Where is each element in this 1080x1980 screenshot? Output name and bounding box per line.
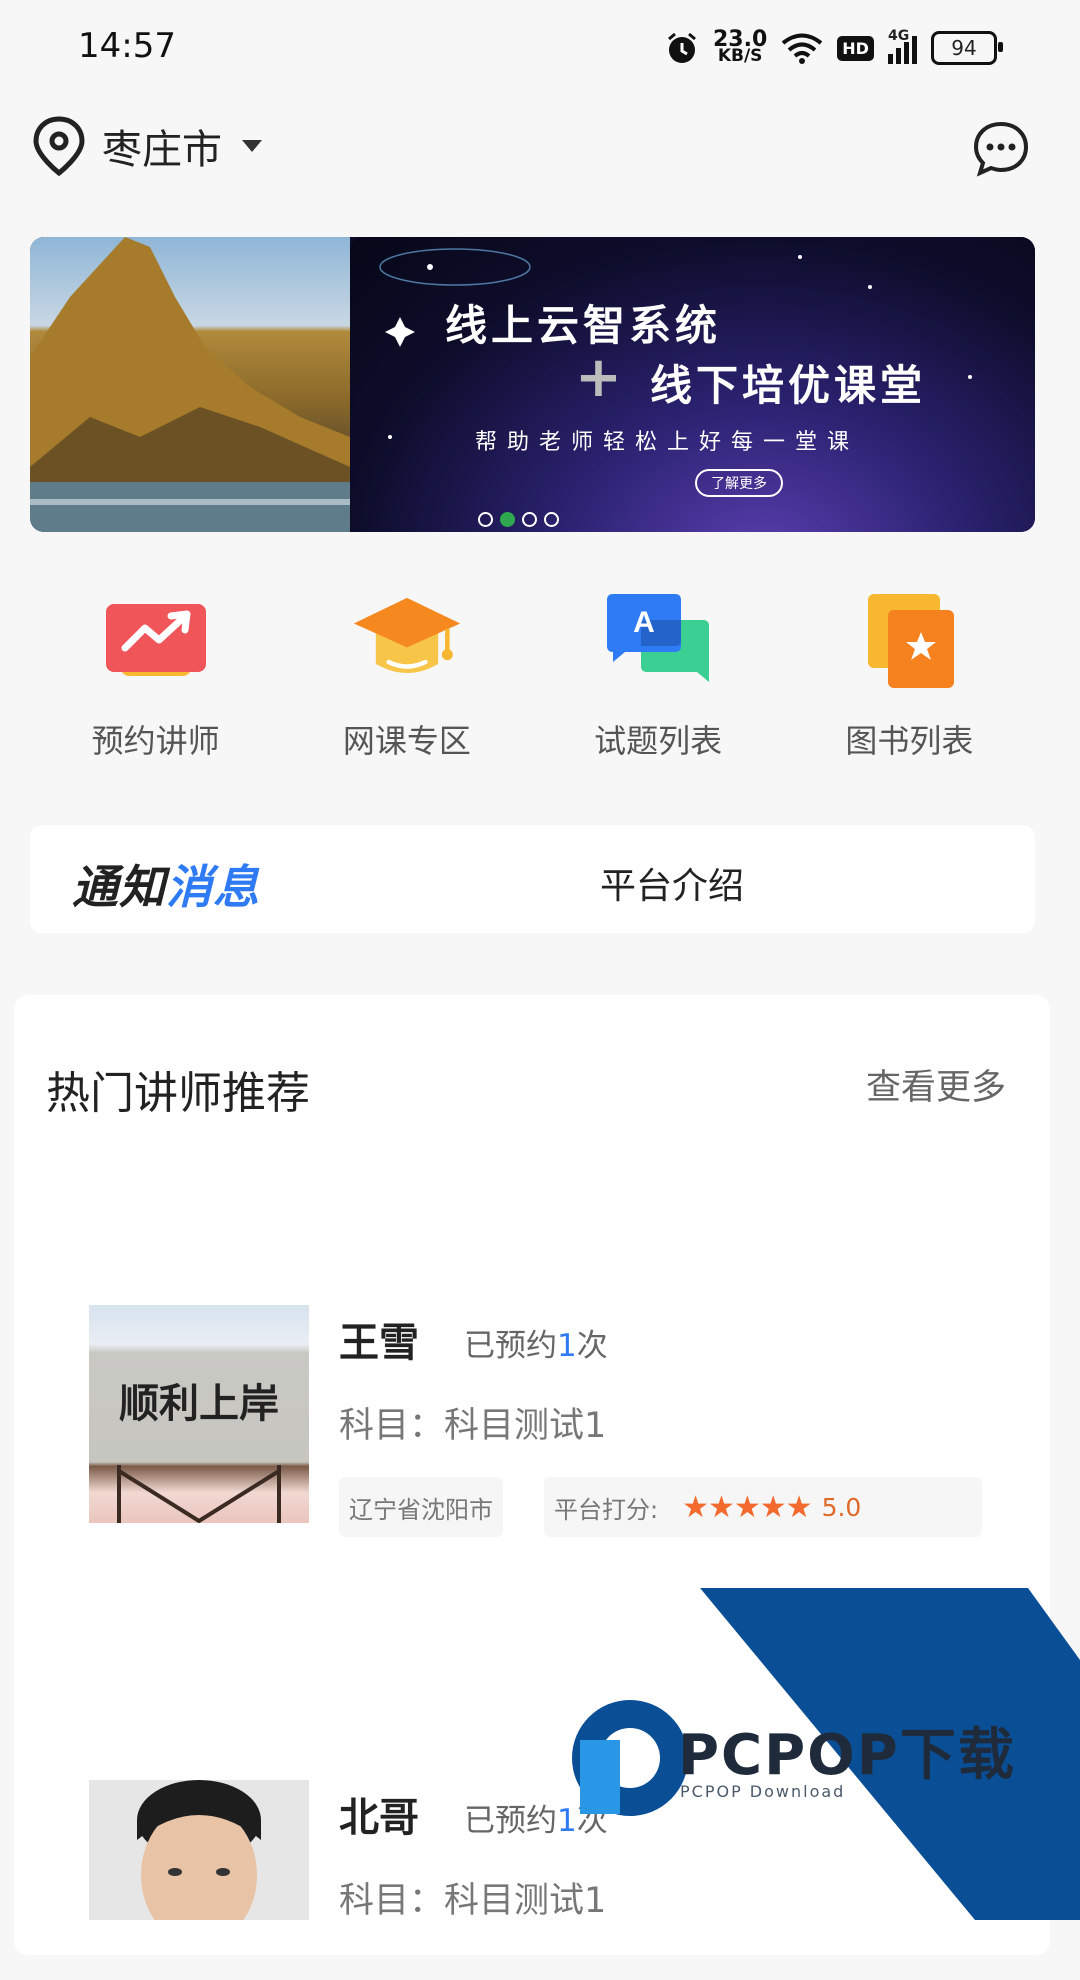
plus-icon: + xyxy=(575,345,622,410)
menu-label: 网课专区 xyxy=(342,722,471,760)
notice-tag: 通知消息 xyxy=(72,860,260,914)
teacher-photo: 顺利上岸 xyxy=(89,1305,309,1523)
status-icons: 23.0 KB/S HD 4G 94 xyxy=(665,26,1003,70)
teacher-booked-count: 已预约1次 xyxy=(464,1328,608,1364)
teacher-booked-count: 已预约1次 xyxy=(464,1803,608,1839)
view-more-link[interactable]: 查看更多 xyxy=(866,1059,1006,1110)
hd-icon: HD xyxy=(837,35,874,61)
banner-learn-more-button[interactable]: 了解更多 xyxy=(695,469,783,497)
teacher-rating-tag: 平台打分: ★★★★★ 5.0 xyxy=(544,1477,982,1537)
teacher-name: 北哥 xyxy=(339,1795,419,1841)
svg-text:A: A xyxy=(633,606,655,639)
quick-menu: 预约讲师 网课专区 A 试题列表 图书列表 xyxy=(30,590,1035,762)
teacher-subject: 科目：科目测试1 xyxy=(339,1881,607,1921)
menu-item-online-course[interactable]: 网课专区 xyxy=(297,590,517,762)
message-icon[interactable] xyxy=(972,120,1030,178)
wifi-icon xyxy=(782,33,823,64)
location-pin-icon xyxy=(33,116,85,177)
banner-image-coast xyxy=(30,237,350,532)
menu-label: 试题列表 xyxy=(594,722,723,760)
status-time: 14:57 xyxy=(78,26,176,66)
alarm-icon xyxy=(668,32,696,63)
banner-line2: 线下培优课堂 xyxy=(650,361,927,410)
chevron-down-icon xyxy=(242,140,262,152)
signal-icon: 4G xyxy=(887,28,917,64)
watermark-brand: PCPOP下载 xyxy=(678,1723,1016,1788)
banner-subtitle: 帮助老师轻松上好每一堂课 xyxy=(475,430,860,455)
menu-label: 图书列表 xyxy=(845,722,974,760)
carousel-dot[interactable] xyxy=(522,512,537,527)
hot-teachers-card: 热门讲师推荐 查看更多 顺利上岸 王雪 已预约1次 科目：科目测试1 辽宁省沈阳… xyxy=(14,995,1050,1955)
city-selector[interactable]: 枣庄市 xyxy=(30,115,262,177)
teacher-photo xyxy=(89,1780,309,1920)
teacher-name: 王雪 xyxy=(339,1320,419,1366)
banner-image-promo: 线上云智系统 + 线下培优课堂 帮助老师轻松上好每一堂课 了解更多 xyxy=(350,237,1035,532)
book-star-icon xyxy=(868,594,955,688)
menu-label: 预约讲师 xyxy=(91,722,220,760)
chat-translate-icon: A xyxy=(607,594,710,682)
graduation-cap-icon xyxy=(353,597,461,673)
carousel-dot[interactable] xyxy=(478,512,493,527)
notice-bar[interactable]: 通知消息 平台介绍 xyxy=(30,825,1035,933)
menu-item-question-list[interactable]: A 试题列表 xyxy=(548,590,768,762)
banner-carousel[interactable]: 线上云智系统 + 线下培优课堂 帮助老师轻松上好每一堂课 了解更多 xyxy=(30,237,1035,532)
banner-line1: 线上云智系统 xyxy=(445,301,722,350)
city-name: 枣庄市 xyxy=(102,127,222,173)
teacher-subject: 科目：科目测试1 xyxy=(339,1406,607,1446)
teacher-location-tag: 辽宁省沈阳市 xyxy=(339,1477,503,1537)
network-speed: 23.0 KB/S xyxy=(713,27,768,66)
notice-text[interactable]: 平台介绍 xyxy=(600,857,744,909)
teacher-item[interactable]: 顺利上岸 王雪 已预约1次 科目：科目测试1 辽宁省沈阳市 平台打分: ★★★★… xyxy=(14,1305,1050,1545)
menu-item-book-list[interactable]: 图书列表 xyxy=(799,590,1019,762)
carousel-dot[interactable] xyxy=(544,512,559,527)
carousel-dot-active[interactable] xyxy=(500,512,515,527)
watermark-subtitle: PCPOP Download xyxy=(680,1782,846,1801)
menu-item-book-teacher[interactable]: 预约讲师 xyxy=(46,590,266,762)
teacher-item[interactable]: 北哥 已预约1次 科目：科目测试1 xyxy=(14,1780,1050,1980)
battery-icon: 94 xyxy=(930,31,1003,65)
trend-chart-icon xyxy=(105,604,206,676)
section-title: 热门讲师推荐 xyxy=(46,1068,310,1119)
carousel-indicator xyxy=(478,512,559,527)
rating-stars-icon: ★★★★★ xyxy=(682,1489,812,1525)
